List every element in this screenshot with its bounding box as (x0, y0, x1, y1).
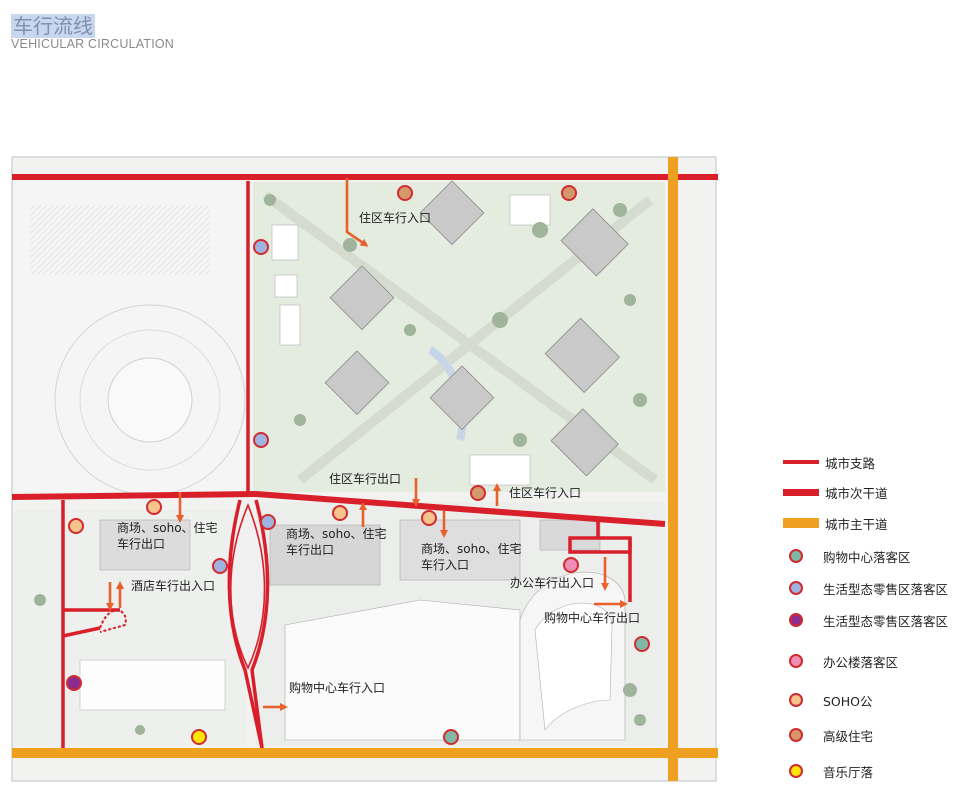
label-mixed-exit-2a: 商场、soho、住宅 (286, 526, 387, 541)
legend-item-branch-road: 城市支路 (783, 451, 875, 473)
label-res-entry-mid: 住区车行入口 (509, 485, 581, 500)
dot-blue-3 (260, 514, 276, 530)
dot-green-1 (634, 636, 650, 652)
legend-item-main-road: 城市主干道 (783, 512, 888, 534)
dot-peach-2 (68, 518, 84, 534)
dot-blue-1 (253, 239, 269, 255)
label-mixed-entry-3b: 车行入口 (421, 557, 469, 572)
dot-tan-2 (561, 185, 577, 201)
label-res-exit: 住区车行出口 (329, 471, 401, 486)
dot-purple-1 (66, 675, 82, 691)
label-mixed-exit-2b: 车行出口 (286, 542, 334, 557)
legend-label: 办公楼落客区 (823, 654, 899, 670)
legend-dot-pink (789, 654, 803, 668)
dot-green-2 (443, 729, 459, 745)
legend-label: 购物中心落客区 (823, 549, 911, 565)
legend-dot-yellow (789, 764, 803, 778)
legend-dot-blue (789, 581, 803, 595)
label-res-entry-top: 住区车行入口 (359, 210, 431, 225)
dot-yellow-1 (191, 729, 207, 745)
legend-label: 高级住宅 (823, 728, 874, 744)
legend-item-office-dropoff: 办公楼落客区 (783, 650, 898, 672)
dot-tan-3 (470, 485, 486, 501)
legend-label: 城市支路 (825, 455, 876, 471)
legend-label: 生活型态零售区落客区 (823, 613, 949, 629)
legend-dot-peach (789, 693, 803, 707)
legend-swatch-branch-road (783, 460, 819, 464)
legend-dot-tan (789, 728, 803, 742)
legend-label: 城市主干道 (825, 516, 888, 532)
label-mall-exit: 购物中心车行出口 (544, 610, 640, 625)
legend-dot-green (789, 549, 803, 563)
legend-label: 生活型态零售区落客区 (823, 581, 949, 597)
label-mall-entry: 购物中心车行入口 (289, 680, 385, 695)
legend-item-mall-dropoff: 购物中心落客区 (783, 545, 911, 567)
dot-tan-1 (397, 185, 413, 201)
label-mixed-entry-3a: 商场、soho、住宅 (421, 541, 522, 556)
dot-peach-4 (421, 510, 437, 526)
dot-blue-2 (253, 432, 269, 448)
legend-item-lifestyle-dropoff-blue: 生活型态零售区落客区 (783, 577, 948, 599)
legend-item-soho: SOHO公 (783, 689, 873, 711)
legend-item-residence: 高级住宅 (783, 724, 873, 746)
label-office-exit: 办公车行出入口 (510, 575, 594, 590)
legend-swatch-secondary-road (783, 488, 819, 496)
legend-item-lifestyle-dropoff-purple: 生活型态零售区落客区 (783, 609, 948, 631)
label-mixed-exit-1b: 车行出口 (117, 536, 165, 551)
legend-item-secondary-road: 城市次干道 (783, 481, 888, 503)
dot-peach-3 (332, 505, 348, 521)
label-hotel-exit: 酒店车行出入口 (131, 578, 215, 593)
legend-label: 城市次干道 (825, 485, 888, 501)
residential-block (253, 180, 665, 492)
dot-peach-1 (146, 499, 162, 515)
legend-item-concert-hall: 音乐厅落 (783, 760, 873, 782)
legend-label: 音乐厅落 (823, 764, 874, 780)
dot-blue-4 (212, 558, 228, 574)
dot-pink-1 (563, 557, 579, 573)
label-mixed-exit-1a: 商场、soho、住宅 (117, 520, 218, 535)
stadium-block (14, 182, 246, 496)
legend-label: SOHO公 (823, 693, 873, 709)
legend-dot-purple (789, 613, 803, 627)
legend-swatch-main-road (783, 518, 819, 528)
